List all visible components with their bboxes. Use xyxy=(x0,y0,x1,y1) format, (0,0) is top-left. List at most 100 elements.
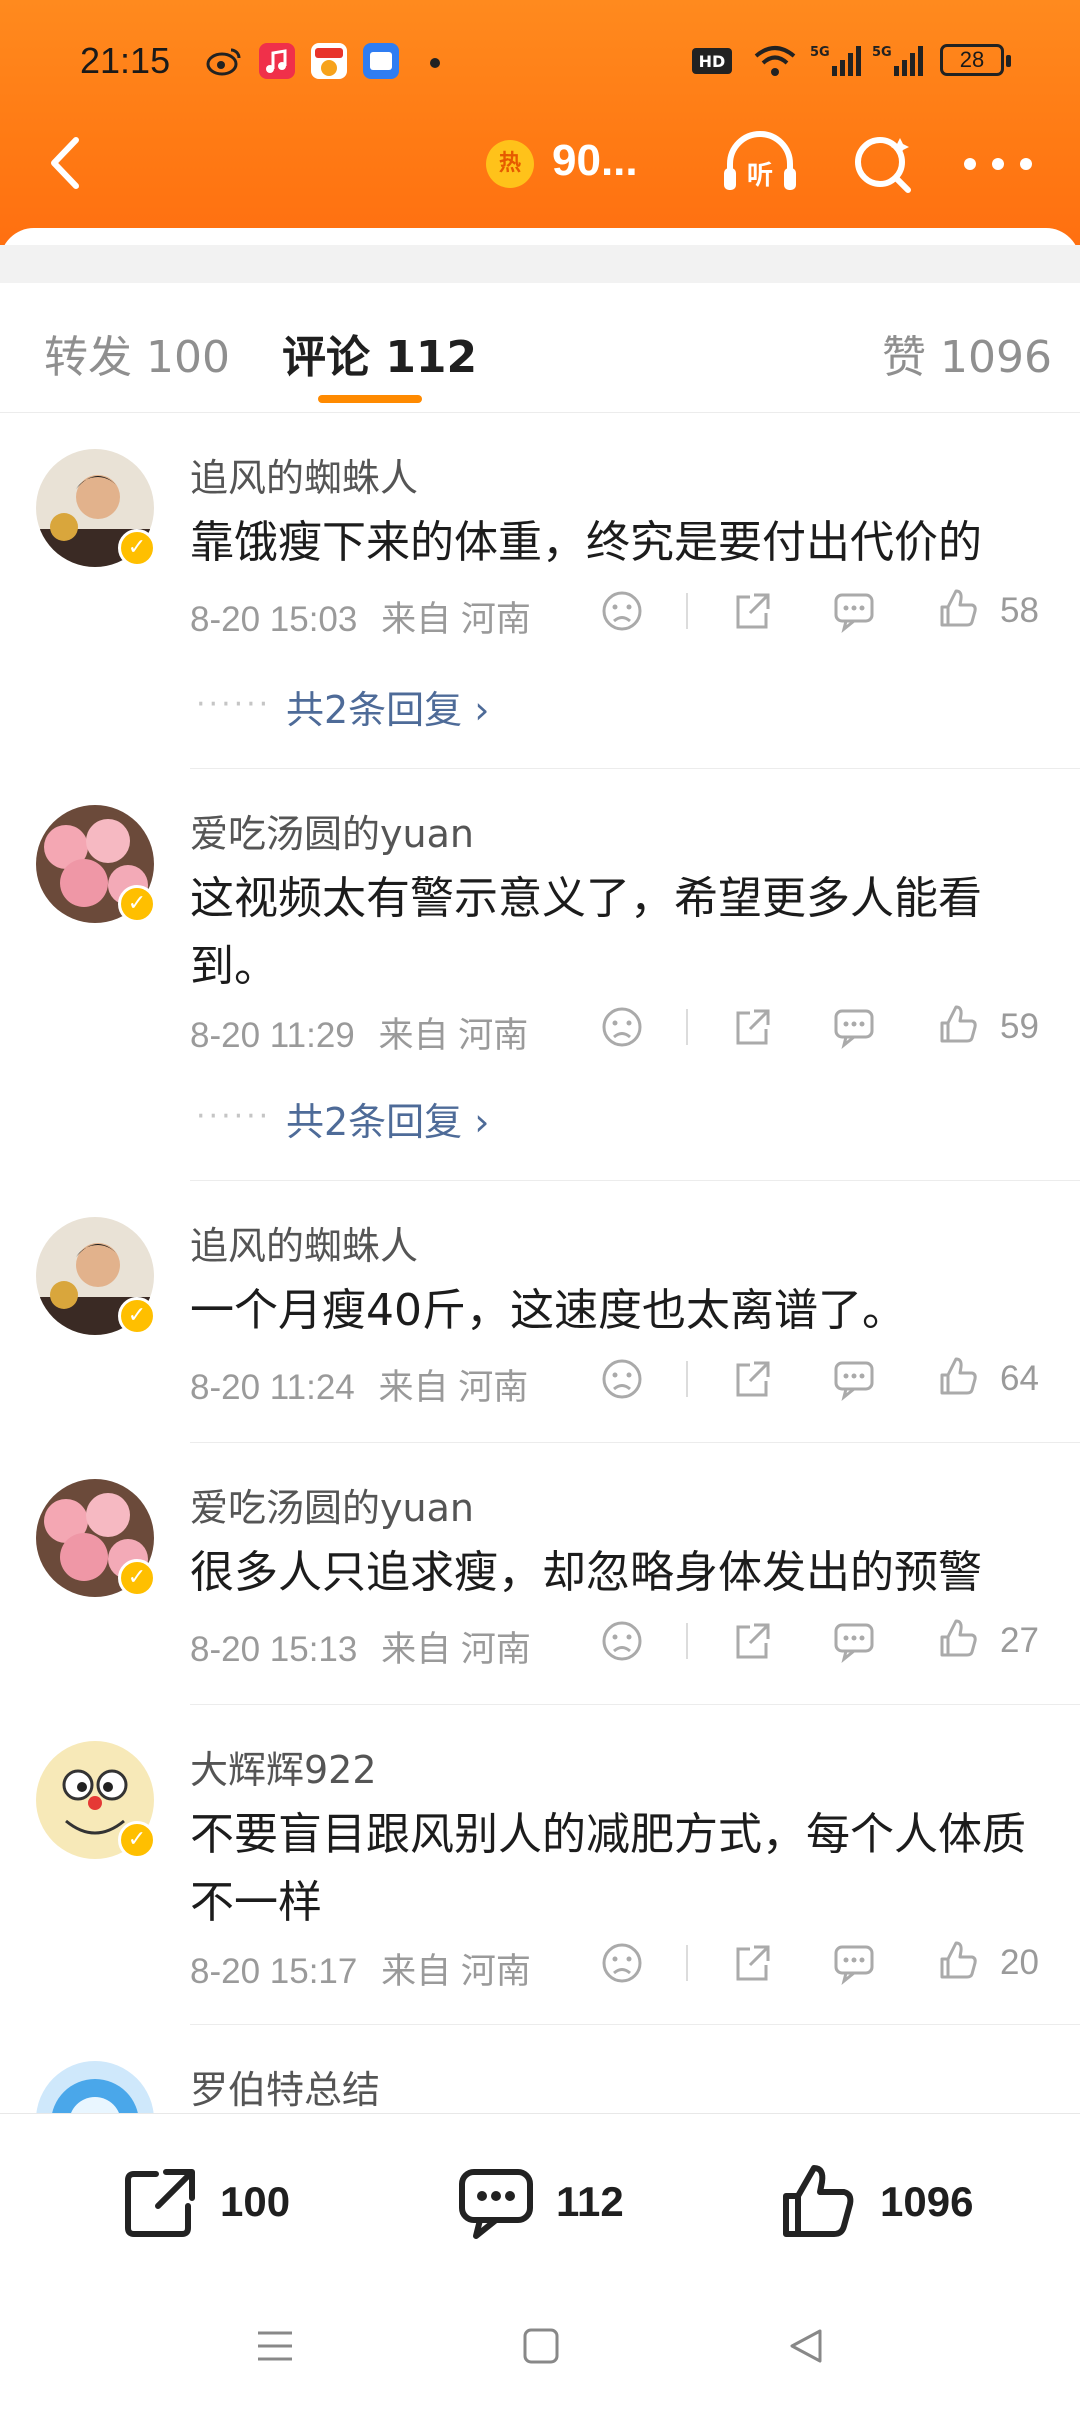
share-icon[interactable] xyxy=(730,1005,774,1049)
svg-text:听: 听 xyxy=(747,161,773,191)
comment-icon[interactable] xyxy=(832,1941,876,1985)
comment-source: 来自 河南 xyxy=(381,1952,531,1991)
comment-source: 来自 河南 xyxy=(381,1630,531,1669)
hot-badge: 热 xyxy=(486,140,534,188)
avatar[interactable] xyxy=(36,2061,154,2113)
comment-time: 8-20 11:29 xyxy=(190,1016,355,1055)
tab-comments[interactable]: 评论 112 xyxy=(282,321,477,385)
comment-username[interactable]: 追风的蜘蛛人 xyxy=(190,1215,418,1270)
comment-time: 8-20 15:03 xyxy=(190,600,358,639)
comment-icon[interactable] xyxy=(832,1357,876,1401)
like-count: 27 xyxy=(1000,1621,1039,1660)
comment-time: 8-20 11:24 xyxy=(190,1368,355,1407)
comment-source: 来自 河南 xyxy=(378,1368,529,1407)
like-icon[interactable] xyxy=(936,587,980,631)
like-icon[interactable] xyxy=(936,1939,980,1983)
action-divider xyxy=(686,1945,688,1981)
comment-meta: 8-20 11:29 来自 河南 xyxy=(190,1007,528,1058)
comment-text: 一个月瘦40斤，这速度也太离谱了。 xyxy=(190,1285,906,1336)
avatar[interactable]: ✓ xyxy=(36,1741,156,1859)
like-icon[interactable] xyxy=(936,1617,980,1661)
comment-icon xyxy=(459,2169,533,2239)
verified-badge: ✓ xyxy=(118,529,156,567)
dislike-icon[interactable] xyxy=(600,1941,644,1985)
weibo-app-icon xyxy=(206,48,241,76)
comment-username[interactable]: 追风的蜘蛛人 xyxy=(190,447,418,502)
tab-bar: 转发 100 评论 112 赞 1096 xyxy=(0,283,1080,413)
comment-text: 不要盲目跟风别人的减肥方式，每个人体质不一样 xyxy=(190,1809,1026,1928)
listen-icon[interactable]: 听 xyxy=(718,128,802,198)
like-count: 59 xyxy=(1000,1007,1039,1046)
comment-item: ✓ 爱吃汤圆的yuan 很多人只追求瘦，却忽略身体发出的预警 8-20 15:1… xyxy=(0,1443,1080,1705)
comment-username[interactable]: 大辉辉922 xyxy=(190,1739,377,1794)
menu-icon[interactable] xyxy=(252,2323,298,2369)
section-divider xyxy=(0,245,1080,283)
comment-count: 112 xyxy=(556,2178,624,2225)
like-count: 64 xyxy=(1000,1359,1039,1398)
like-button[interactable]: 1096 xyxy=(780,2162,1020,2242)
dislike-icon[interactable] xyxy=(600,1357,644,1401)
comment-icon[interactable] xyxy=(832,1619,876,1663)
reply-indent-dots: ······ xyxy=(196,1099,272,1134)
repost-icon xyxy=(125,2169,195,2237)
comment-username[interactable]: 爱吃汤圆的yuan xyxy=(190,803,474,858)
more-icon[interactable] xyxy=(956,128,1040,198)
system-navigation-bar xyxy=(0,2283,1080,2414)
comment-source: 来自 河南 xyxy=(378,1016,529,1055)
view-replies-link[interactable]: 共2条回复 › xyxy=(286,679,489,734)
signal-5g-icon-2: 5G xyxy=(872,45,923,76)
like-icon[interactable] xyxy=(936,1003,980,1047)
avatar[interactable]: ✓ xyxy=(36,805,156,923)
search-icon[interactable] xyxy=(842,128,926,198)
share-icon[interactable] xyxy=(730,1619,774,1663)
view-replies-link[interactable]: 共2条回复 › xyxy=(286,1091,489,1146)
notification-dot xyxy=(430,58,440,68)
action-divider xyxy=(686,593,688,629)
comment-username[interactable]: 罗伯特总结 xyxy=(190,2059,380,2113)
comment-text: 靠饿瘦下来的体重，终究是要付出代价的 xyxy=(190,517,982,568)
verified-badge: ✓ xyxy=(118,1297,156,1335)
action-divider xyxy=(686,1361,688,1397)
share-icon[interactable] xyxy=(730,589,774,633)
dislike-icon[interactable] xyxy=(600,589,644,633)
back-icon[interactable] xyxy=(36,128,96,198)
share-icon[interactable] xyxy=(730,1357,774,1401)
comment-username[interactable]: 爱吃汤圆的yuan xyxy=(190,1477,474,1532)
dislike-icon[interactable] xyxy=(600,1005,644,1049)
active-tab-indicator xyxy=(318,395,422,403)
like-icon xyxy=(783,2165,854,2237)
comment-item: ✓ 大辉辉922 不要盲目跟风别人的减肥方式，每个人体质不一样 8-20 15:… xyxy=(0,1705,1080,2025)
hot-topic-text[interactable]: 90... xyxy=(552,136,638,186)
repost-button[interactable]: 100 xyxy=(120,2162,320,2242)
svg-text:HD: HD xyxy=(699,52,726,71)
like-count: 20 xyxy=(1000,1943,1039,1982)
comment-list: ✓ 追风的蜘蛛人 靠饿瘦下来的体重，终究是要付出代价的 8-20 15:03 来… xyxy=(0,413,1080,2113)
system-back-icon[interactable] xyxy=(784,2323,830,2369)
comment-item: ✓ 追风的蜘蛛人 一个月瘦40斤，这速度也太离谱了。 8-20 11:24 来自… xyxy=(0,1181,1080,1443)
top-header: 21:15 HD 5G 5G 28 热 90... 听 xyxy=(0,0,1080,260)
home-icon[interactable] xyxy=(518,2323,564,2369)
avatar[interactable]: ✓ xyxy=(36,1217,156,1335)
dislike-icon[interactable] xyxy=(600,1619,644,1663)
comment-icon[interactable] xyxy=(832,589,876,633)
repost-count: 100 xyxy=(220,2178,291,2225)
like-count-total: 1096 xyxy=(880,2178,974,2225)
comment-meta: 8-20 11:24 来自 河南 xyxy=(190,1359,528,1410)
action-divider xyxy=(686,1009,688,1045)
comment-item: 罗伯特总结 xyxy=(0,2025,1080,2113)
comment-item: ✓ 追风的蜘蛛人 靠饿瘦下来的体重，终究是要付出代价的 8-20 15:03 来… xyxy=(0,413,1080,769)
status-bar: 21:15 HD 5G 5G 28 xyxy=(0,30,1080,100)
like-icon[interactable] xyxy=(936,1355,980,1399)
music-app-icon xyxy=(259,43,295,79)
svg-text:5G: 5G xyxy=(810,45,830,60)
comment-text: 很多人只追求瘦，却忽略身体发出的预警 xyxy=(190,1547,982,1598)
tab-likes[interactable]: 赞 1096 xyxy=(882,321,1052,385)
battery-indicator: 28 xyxy=(940,44,1011,76)
tab-reposts[interactable]: 转发 100 xyxy=(44,321,230,385)
comment-meta: 8-20 15:17 来自 河南 xyxy=(190,1943,531,1994)
share-icon[interactable] xyxy=(730,1941,774,1985)
avatar[interactable]: ✓ xyxy=(36,449,156,567)
comment-icon[interactable] xyxy=(832,1005,876,1049)
avatar[interactable]: ✓ xyxy=(36,1479,156,1597)
comment-button[interactable]: 112 xyxy=(456,2162,656,2242)
